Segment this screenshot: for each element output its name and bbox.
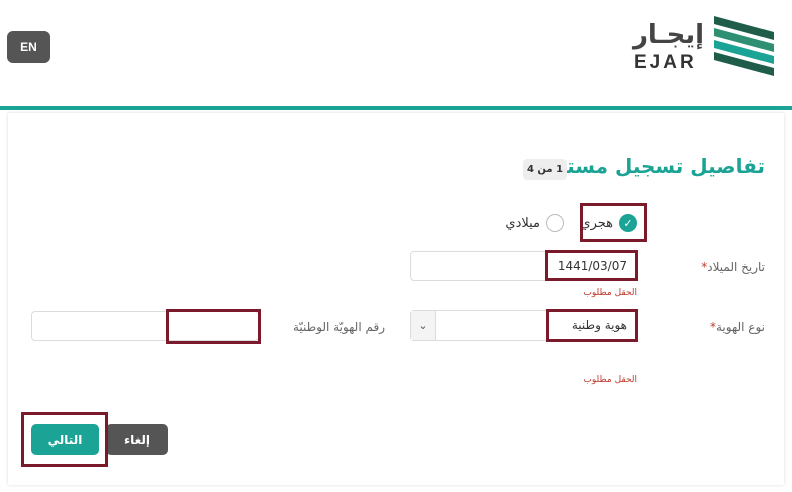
radio-checked-icon[interactable]: ✓ [619,214,637,232]
logo-english-text: EJAR [634,52,697,73]
birth-date-input[interactable] [410,251,638,281]
radio-gregorian[interactable]: ميلادي [505,214,564,232]
chevron-down-icon[interactable]: ⌄ [411,311,436,340]
cancel-button[interactable]: إلغاء [106,424,168,455]
id-number-input[interactable] [31,311,259,341]
id-type-error: الحقل مطلوب [583,375,637,385]
birth-date-label: تاريخ الميلاد* [701,260,765,274]
logo-arabic-text: إيجـار [632,20,704,50]
radio-hijri[interactable]: ✓ هجري [580,214,637,232]
birth-date-error: الحقل مطلوب [583,288,637,298]
step-badge: 1 من 4 [523,159,567,180]
id-type-label: نوع الهوية* [709,320,765,334]
id-type-select[interactable]: ⌄ هوية وطنية [410,310,638,341]
radio-gregorian-label: ميلادي [505,215,540,231]
id-type-selected: هوية وطنية [571,318,627,332]
radio-hijri-label: هجري [580,215,613,231]
logo-mark-icon [714,16,774,76]
id-number-label: رقم الهويّة الوطنيّة [292,320,385,334]
language-toggle-button[interactable]: EN [7,31,50,63]
ejar-logo: إيجـار EJAR [632,14,777,82]
header-divider [0,106,792,110]
next-button[interactable]: التالي [31,424,99,455]
radio-unchecked-icon[interactable] [546,214,564,232]
